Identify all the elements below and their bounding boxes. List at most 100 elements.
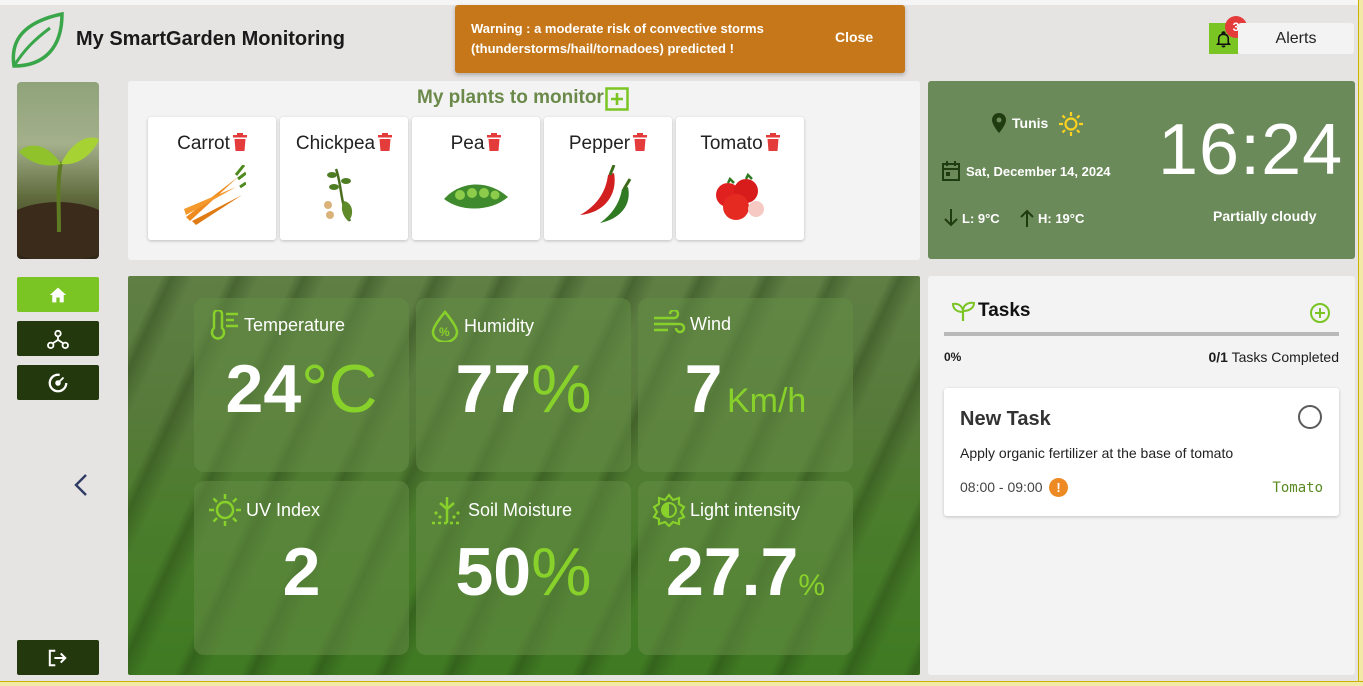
metric-value: 24: [225, 351, 302, 427]
weather-low: L: 9°C: [944, 209, 1000, 227]
metric-unit: %: [531, 351, 592, 427]
weather-low-text: L: 9°C: [962, 210, 1000, 226]
plant-card-pea[interactable]: Pea: [412, 117, 540, 240]
carrot-icon: [184, 165, 246, 225]
plant-name: Tomato: [700, 133, 763, 154]
chili-pepper-icon: [580, 165, 632, 223]
arrow-up-icon: [1020, 209, 1034, 227]
metric-soil-moisture: Soil Moisture 50%: [416, 481, 631, 655]
plants-panel: My plants to monitor Carrot Chickpea Pea: [128, 81, 920, 260]
plant-card-chickpea[interactable]: Chickpea: [280, 117, 408, 240]
sprout-photo: [17, 82, 99, 259]
tasks-completed-count: 0/1 Tasks Completed: [1209, 349, 1340, 365]
tasks-progress-bar: [944, 332, 1339, 336]
location-pin-icon: [992, 113, 1006, 133]
nav-home-button[interactable]: [17, 277, 99, 312]
uv-sun-icon: [209, 494, 241, 526]
metric-label: Humidity: [464, 315, 535, 336]
delete-plant-trash-icon[interactable]: [765, 133, 780, 151]
task-complete-checkbox[interactable]: [1298, 405, 1322, 429]
logout-icon: [48, 649, 67, 666]
alerts-button[interactable]: Alerts: [1238, 23, 1354, 54]
tasks-completed-suffix: Tasks Completed: [1231, 349, 1339, 365]
wind-icon: [654, 310, 686, 334]
task-card[interactable]: New Task Apply organic fertilizer at the…: [944, 388, 1339, 516]
metric-value: 7: [684, 351, 723, 427]
task-plant-tag: Tomato: [1272, 480, 1323, 496]
metric-wind: Wind 7 Km/h: [638, 298, 853, 472]
home-icon: [49, 287, 67, 302]
weather-high-text: H: 19°C: [1038, 210, 1085, 226]
thermometer-icon: [210, 310, 238, 340]
warning-message: Warning : a moderate risk of convective …: [471, 21, 764, 56]
metric-temperature: Temperature 24°C: [194, 298, 409, 472]
sun-icon: [1059, 112, 1083, 136]
add-plant-plus-icon[interactable]: [605, 87, 629, 111]
metric-unit: °C: [301, 351, 378, 427]
metric-uv-index: UV Index 2: [194, 481, 409, 655]
metric-label: Wind: [690, 313, 732, 334]
weather-date-text: Sat, December 14, 2024: [966, 163, 1111, 179]
metric-light-intensity: Light intensity 27.7%: [638, 481, 853, 655]
weather-clock: 16:24: [1158, 110, 1344, 190]
storm-warning-banner: Warning : a moderate risk of convective …: [455, 5, 905, 73]
nav-insights-button[interactable]: [17, 365, 99, 400]
gauge-icon: [48, 373, 68, 392]
delete-plant-trash-icon[interactable]: [232, 133, 247, 151]
leaf-logo-icon: [11, 11, 64, 68]
metric-label: Temperature: [244, 314, 346, 335]
window-right-edge: [1358, 0, 1363, 686]
delete-plant-trash-icon[interactable]: [487, 133, 502, 151]
plants-panel-title: My plants to monitor: [417, 87, 604, 108]
tasks-progress-percent: 0%: [944, 350, 962, 364]
task-time: 08:00 - 09:00: [960, 479, 1043, 495]
metric-unit: Km/h: [726, 382, 807, 420]
weather-city: Tunis: [1012, 115, 1049, 131]
soil-moisture-icon: [432, 497, 462, 525]
nav-network-button[interactable]: [17, 321, 99, 356]
add-task-plus-icon[interactable]: [1309, 302, 1331, 324]
collapse-chevron-left-icon[interactable]: [72, 473, 90, 497]
delete-plant-trash-icon[interactable]: [633, 133, 648, 151]
weather-condition: Partially cloudy: [1213, 208, 1317, 224]
metric-value: 2: [282, 534, 321, 610]
svg-text:%: %: [439, 325, 450, 339]
light-intensity-icon: [652, 493, 686, 527]
plant-card-tomato[interactable]: Tomato: [676, 117, 804, 240]
weather-high: H: 19°C: [1020, 209, 1084, 227]
metric-value: 77: [455, 351, 532, 427]
tasks-completed-ratio: 0/1: [1208, 349, 1228, 365]
network-icon: [47, 329, 69, 349]
plant-card-carrot[interactable]: Carrot: [148, 117, 276, 240]
task-priority-icon: !: [1049, 478, 1068, 497]
tomato-icon: [716, 172, 764, 220]
metric-label: UV Index: [246, 499, 321, 520]
plant-name: Carrot: [177, 133, 230, 154]
pea-pod-icon: [444, 184, 508, 209]
metric-value: 27.7: [665, 534, 799, 610]
weather-date: Sat, December 14, 2024: [942, 161, 1111, 181]
plant-card-pepper[interactable]: Pepper: [544, 117, 672, 240]
warning-close-button[interactable]: Close: [835, 29, 873, 45]
calendar-icon: [942, 161, 960, 181]
weather-location: Tunis: [992, 113, 1048, 133]
chickpea-icon: [324, 168, 353, 222]
arrow-down-icon: [944, 209, 958, 227]
metric-unit: %: [531, 534, 592, 610]
humidity-drop-icon: %: [431, 310, 459, 342]
delete-plant-trash-icon[interactable]: [378, 133, 393, 151]
tasks-panel: Tasks 0% 0/1 Tasks Completed New Task Ap…: [928, 276, 1355, 675]
tasks-header: Tasks: [952, 300, 1030, 322]
plant-name: Pepper: [568, 133, 631, 154]
logout-button[interactable]: [17, 640, 99, 675]
task-description: Apply organic fertilizer at the base of …: [960, 445, 1234, 461]
window-bottom-edge: [0, 681, 1363, 686]
metric-humidity: % Humidity 77%: [416, 298, 631, 472]
metric-label: Soil Moisture: [468, 499, 573, 520]
plant-name: Chickpea: [295, 133, 376, 154]
tasks-title: Tasks: [978, 300, 1031, 321]
metric-unit: %: [798, 569, 826, 602]
metric-value: 50: [455, 534, 532, 610]
plant-name: Pea: [450, 133, 485, 154]
sensor-metrics-panel: Temperature 24°C % Humidity 77% Wind 7 K…: [128, 276, 920, 675]
